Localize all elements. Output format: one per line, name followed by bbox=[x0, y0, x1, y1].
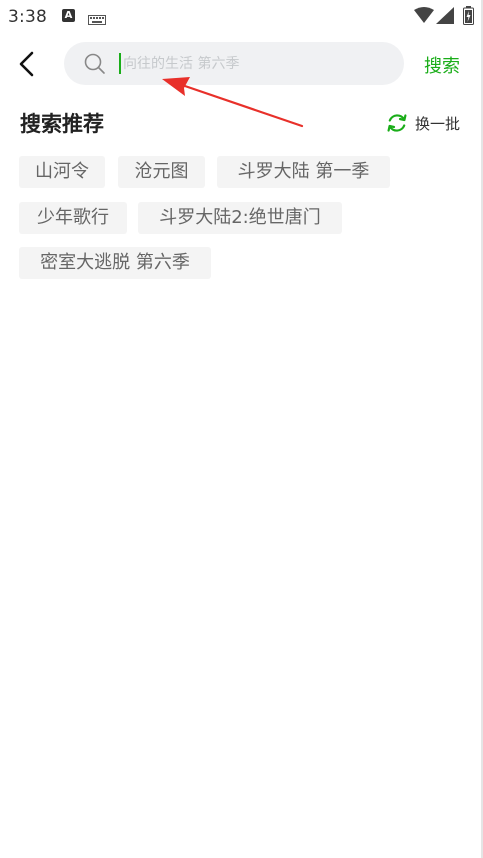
section-title: 搜索推荐 bbox=[20, 112, 104, 136]
refresh-label: 换一批 bbox=[415, 114, 461, 133]
search-button[interactable]: 搜索 bbox=[424, 52, 460, 78]
refresh-button[interactable]: 换一批 bbox=[386, 111, 460, 135]
wifi-icon bbox=[414, 7, 434, 27]
chevron-left-icon bbox=[19, 51, 34, 77]
recommend-tag[interactable]: 密室大逃脱 第六季 bbox=[19, 247, 211, 279]
annotation-arrow bbox=[162, 77, 304, 128]
status-time: 3:38 bbox=[8, 7, 47, 27]
refresh-icon bbox=[387, 114, 407, 132]
keyboard-icon bbox=[88, 10, 106, 29]
search-icon bbox=[84, 53, 106, 79]
recommend-tag[interactable]: 斗罗大陆 第一季 bbox=[217, 156, 390, 188]
recommend-tag[interactable]: 少年歌行 bbox=[19, 202, 127, 234]
status-bar: 3:38 A bbox=[0, 0, 483, 32]
recommend-tag[interactable]: 斗罗大陆2:绝世唐门 bbox=[138, 202, 342, 234]
back-button[interactable] bbox=[14, 49, 42, 79]
battery-icon bbox=[463, 6, 474, 29]
signal-icon bbox=[436, 7, 454, 28]
a-icon: A bbox=[62, 9, 75, 22]
recommend-tag[interactable]: 沧元图 bbox=[118, 156, 205, 188]
recommend-tag[interactable]: 山河令 bbox=[19, 156, 105, 188]
